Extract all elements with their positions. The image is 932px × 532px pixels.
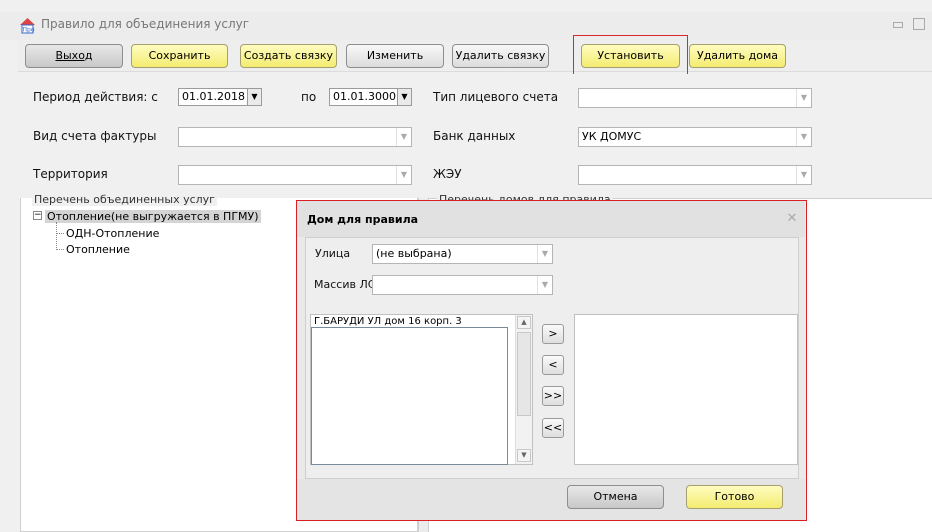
- scroll-up-icon[interactable]: ▲: [517, 316, 531, 329]
- database-select[interactable]: УК ДОМУС ▼: [578, 127, 812, 147]
- chevron-down-icon[interactable]: ▼: [537, 276, 552, 294]
- chevron-down-icon[interactable]: ▼: [796, 89, 811, 107]
- list-item[interactable]: Г.БАРУДИ УЛ дом 16 корп. 3: [314, 316, 462, 327]
- tree-node-child[interactable]: ОДН-Отопление: [66, 227, 159, 240]
- scrollbar[interactable]: ▲ ▼: [515, 315, 532, 464]
- tree-node-root[interactable]: Отопление(не выгружается в ПГМУ): [45, 210, 261, 223]
- tree-line: [57, 233, 64, 234]
- street-value: (не выбрана): [376, 247, 452, 260]
- create-link-button[interactable]: Создать связку: [240, 44, 337, 68]
- territory-select[interactable]: ▼: [178, 165, 412, 185]
- delete-houses-button[interactable]: Удалить дома: [689, 44, 786, 68]
- massive-select[interactable]: ▼: [372, 275, 553, 295]
- house-dialog: Дом для правила ✕ Улица (не выбрана) ▼ М…: [296, 200, 807, 521]
- chevron-down-icon[interactable]: ▼: [796, 166, 811, 184]
- close-icon[interactable]: ✕: [785, 212, 799, 226]
- svg-text:Про: Про: [23, 27, 35, 34]
- calendar-dropdown-icon[interactable]: ▼: [397, 89, 411, 105]
- app-logo-icon: Про: [19, 17, 36, 34]
- period-label: Период действия: с: [33, 90, 158, 104]
- move-all-right-button[interactable]: >>: [542, 386, 564, 406]
- territory-label: Территория: [33, 167, 108, 181]
- invoice-type-label: Вид счета фактуры: [33, 129, 157, 143]
- edit-link-button[interactable]: Изменить связку: [346, 44, 444, 84]
- period-to-label: по: [301, 90, 317, 104]
- done-button[interactable]: Готово: [686, 485, 783, 509]
- database-label: Банк данных: [433, 129, 516, 143]
- account-type-select[interactable]: ▼: [578, 88, 812, 108]
- period-from-field[interactable]: 01.01.2018 ▼: [178, 88, 262, 106]
- delete-link-button[interactable]: Удалить связку: [452, 44, 549, 68]
- scroll-thumb[interactable]: [517, 332, 531, 416]
- tree-line: [56, 222, 57, 250]
- period-to-field[interactable]: 01.01.3000 ▼: [329, 88, 412, 106]
- database-value: УК ДОМУС: [582, 130, 642, 143]
- massive-label: Массив ЛС: [314, 278, 376, 291]
- invoice-type-select[interactable]: ▼: [178, 127, 412, 147]
- move-left-button[interactable]: <: [542, 355, 564, 375]
- list-selection-box: [311, 327, 508, 465]
- save-button[interactable]: Сохранить: [131, 44, 228, 68]
- account-type-label: Тип лицевого счета: [433, 90, 559, 104]
- chevron-down-icon[interactable]: ▼: [396, 128, 411, 146]
- chevron-down-icon[interactable]: ▼: [796, 128, 811, 146]
- period-from-value: 01.01.2018: [182, 90, 245, 103]
- tree-node-child[interactable]: Отопление: [66, 243, 130, 256]
- scroll-down-icon[interactable]: ▼: [517, 449, 531, 462]
- zheu-label: ЖЭУ: [433, 167, 462, 181]
- period-to-value: 01.01.3000: [333, 90, 396, 103]
- collapse-icon[interactable]: −: [33, 211, 42, 220]
- chevron-down-icon[interactable]: ▼: [396, 166, 411, 184]
- selected-houses-list[interactable]: [574, 314, 798, 465]
- exit-button[interactable]: Выход: [25, 44, 123, 68]
- cancel-button[interactable]: Отмена: [567, 485, 664, 509]
- services-tree-title: Перечень объединенных услуг: [32, 193, 217, 206]
- move-all-left-button[interactable]: <<: [542, 418, 564, 438]
- street-label: Улица: [315, 247, 351, 260]
- window-title: Правило для объединения услуг: [41, 17, 250, 31]
- calendar-dropdown-icon[interactable]: ▼: [247, 89, 261, 105]
- dialog-title: Дом для правила: [307, 213, 419, 226]
- tree-line: [57, 249, 64, 250]
- minimize-icon[interactable]: [893, 22, 903, 28]
- chevron-down-icon[interactable]: ▼: [537, 245, 552, 263]
- maximize-icon[interactable]: [913, 18, 925, 30]
- street-select[interactable]: (не выбрана) ▼: [372, 244, 553, 264]
- zheu-select[interactable]: ▼: [578, 165, 812, 185]
- move-right-button[interactable]: >: [542, 324, 564, 344]
